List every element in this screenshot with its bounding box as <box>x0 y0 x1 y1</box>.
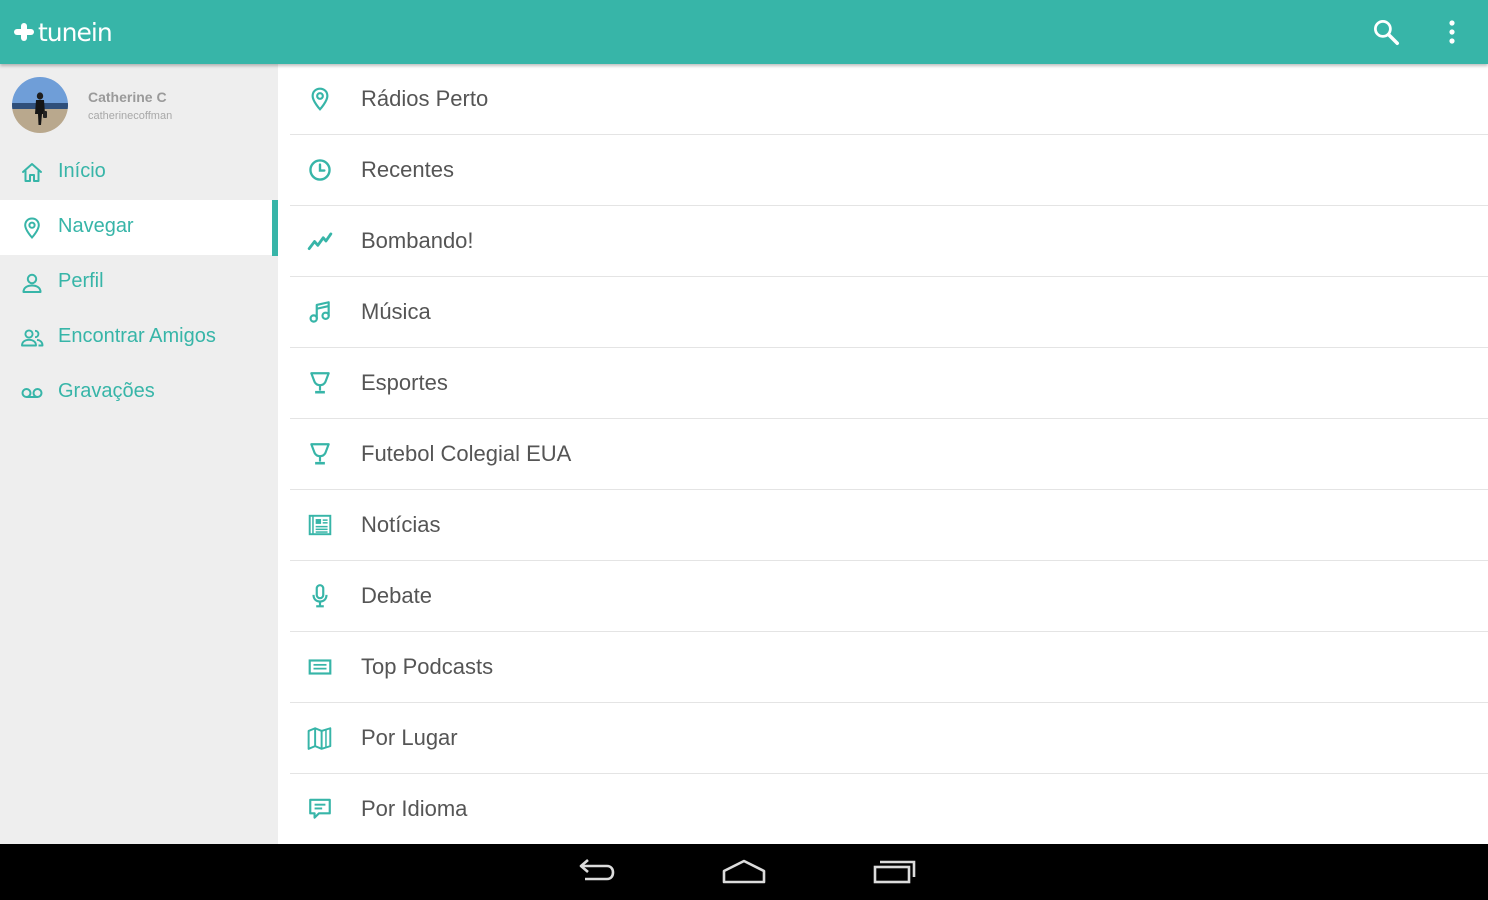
navigation-drawer: Catherine C catherinecoffman Início Nave… <box>0 64 278 844</box>
trophy-icon <box>310 372 330 394</box>
chat-bubble-icon <box>309 798 331 819</box>
microphone-icon <box>312 584 328 608</box>
category-bombando[interactable]: Bombando! <box>290 206 1488 277</box>
system-home-button[interactable] <box>720 856 768 888</box>
drawer-nav-list: Início Navegar Perfil Encontrar Amigos G… <box>0 145 278 420</box>
category-label: Notícias <box>361 512 441 537</box>
category-musica[interactable]: Música <box>290 277 1488 348</box>
sidebar-item-gravacoes[interactable]: Gravações <box>0 365 278 420</box>
home-icon <box>22 163 42 182</box>
browse-content: Rádios Perto Recentes Bombando! Música E… <box>278 64 1488 844</box>
tunein-logo[interactable]: tunein <box>12 14 113 50</box>
logo-text: tunein <box>38 17 113 47</box>
back-icon <box>579 859 615 881</box>
category-label: Bombando! <box>361 228 474 253</box>
clock-icon <box>309 159 331 181</box>
category-label: Esportes <box>361 370 448 395</box>
sidebar-item-label: Gravações <box>58 380 155 402</box>
people-icon <box>21 329 44 347</box>
search-button[interactable] <box>1366 12 1406 52</box>
trending-icon <box>307 232 333 250</box>
category-noticias[interactable]: Notícias <box>290 490 1488 561</box>
profile-name: Catherine C <box>88 89 167 105</box>
category-label: Rádios Perto <box>361 86 489 111</box>
map-icon <box>307 727 332 750</box>
home-outline-icon <box>722 859 766 884</box>
voicemail-icon <box>21 388 43 398</box>
category-por-lugar[interactable]: Por Lugar <box>290 703 1488 774</box>
sidebar-item-label: Encontrar Amigos <box>58 325 216 347</box>
sidebar-item-perfil[interactable]: Perfil <box>0 255 278 310</box>
top-app-bar: tunein <box>0 0 1488 64</box>
category-label: Top Podcasts <box>361 654 494 679</box>
category-label: Por Idioma <box>361 796 468 821</box>
category-por-idioma[interactable]: Por Idioma <box>290 774 1488 844</box>
profile-header[interactable]: Catherine C catherinecoffman <box>0 64 278 144</box>
music-note-icon <box>309 301 330 323</box>
sidebar-item-encontrar-amigos[interactable]: Encontrar Amigos <box>0 310 278 365</box>
more-vert-icon <box>1449 20 1455 44</box>
avatar[interactable] <box>12 77 68 133</box>
category-radios-perto[interactable]: Rádios Perto <box>290 64 1488 135</box>
trophy-icon <box>310 443 330 465</box>
sidebar-item-navegar[interactable]: Navegar <box>0 200 278 256</box>
category-esportes[interactable]: Esportes <box>290 348 1488 419</box>
category-label: Por Lugar <box>361 725 458 750</box>
category-label: Música <box>361 299 431 324</box>
category-debate[interactable]: Debate <box>290 561 1488 632</box>
system-navigation-bar <box>0 844 1488 900</box>
category-label: Futebol Colegial EUA <box>361 441 572 466</box>
category-label: Debate <box>361 583 432 608</box>
sidebar-item-label: Início <box>58 160 106 182</box>
location-pin-icon <box>24 217 40 239</box>
avatar-photo <box>12 77 68 133</box>
sidebar-item-label: Navegar <box>58 215 134 237</box>
location-pin-icon <box>311 87 329 111</box>
category-label: Recentes <box>361 157 454 182</box>
system-back-button[interactable] <box>573 856 617 888</box>
sidebar-item-inicio[interactable]: Início <box>0 145 278 200</box>
person-icon <box>22 273 42 293</box>
tunein-plus-icon <box>14 23 34 41</box>
podcast-list-icon <box>308 659 332 675</box>
recent-apps-icon <box>873 860 916 884</box>
system-recent-apps-button[interactable] <box>871 856 917 888</box>
sidebar-item-label: Perfil <box>58 270 104 292</box>
profile-username: catherinecoffman <box>88 110 173 122</box>
category-futebol-colegial[interactable]: Futebol Colegial EUA <box>290 419 1488 490</box>
overflow-menu-button[interactable] <box>1432 12 1472 52</box>
search-icon <box>1374 20 1399 45</box>
category-top-podcasts[interactable]: Top Podcasts <box>290 632 1488 703</box>
category-recentes[interactable]: Recentes <box>290 135 1488 206</box>
category-list: Rádios Perto Recentes Bombando! Música E… <box>278 64 1488 844</box>
newspaper-icon <box>308 514 332 536</box>
